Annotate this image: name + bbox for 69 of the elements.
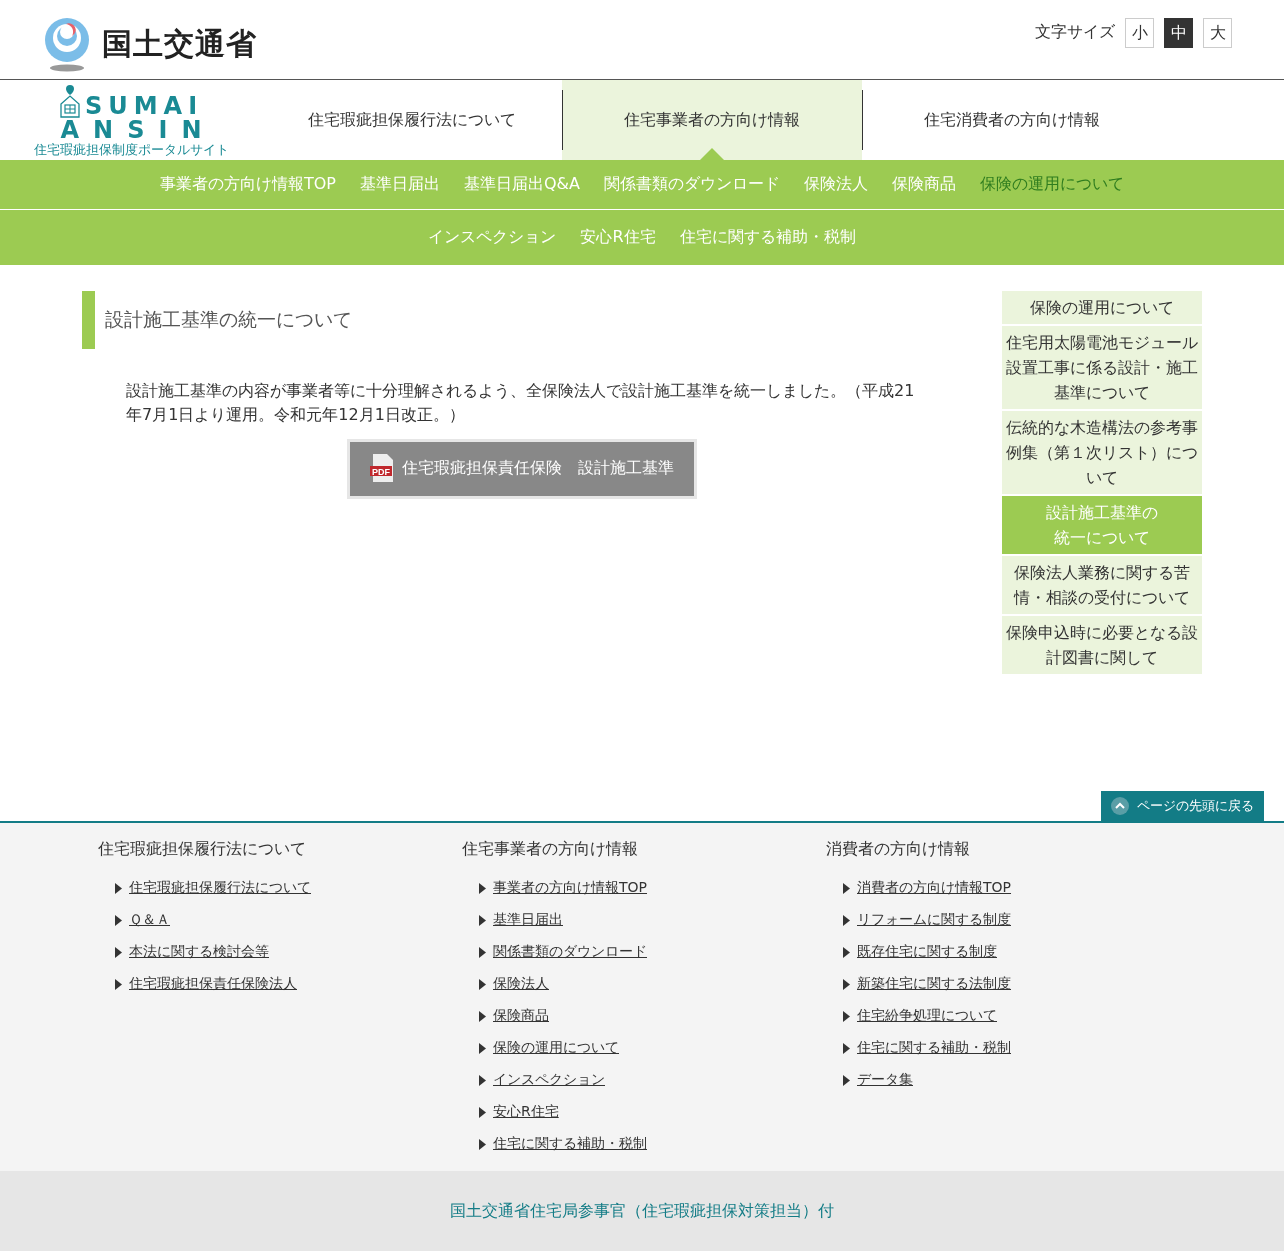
triangle-icon [479, 1106, 486, 1118]
site-logo[interactable]: SUMAI ANSIN 住宅瑕疵担保制度ポータルサイト [0, 80, 262, 160]
triangle-icon [843, 882, 850, 894]
footer-heading: 住宅事業者の方向け情報 [462, 839, 639, 860]
font-size-button[interactable]: 中 [1164, 18, 1193, 48]
triangle-icon [843, 946, 850, 958]
nav-tab[interactable]: 住宅瑕疵担保履行法について [262, 80, 562, 160]
back-to-top-button[interactable]: ページの先頭に戻る [1101, 791, 1264, 821]
triangle-icon [843, 914, 850, 926]
footer-link[interactable]: 住宅に関する補助・税制 [857, 1039, 1011, 1057]
footer-link[interactable]: 消費者の方向け情報TOP [857, 879, 1011, 897]
triangle-icon [843, 978, 850, 990]
sidebar-link[interactable]: 伝統的な木造構法の参考事例集（第１次リスト）について [1002, 411, 1202, 494]
triangle-icon [479, 946, 486, 958]
footer-link[interactable]: 安心R住宅 [493, 1103, 559, 1121]
footer-link[interactable]: 新築住宅に関する法制度 [857, 975, 1011, 993]
logo-text: ANSIN [60, 118, 216, 142]
footer-heading: 消費者の方向け情報 [826, 839, 971, 860]
footer-link[interactable]: 基準日届出 [493, 911, 563, 929]
footer-link[interactable]: リフォームに関する制度 [857, 911, 1011, 929]
footer-link[interactable]: インスペクション [493, 1071, 605, 1089]
footer-link[interactable]: Ｑ＆Ａ [129, 911, 170, 929]
footer-link[interactable]: 関係書類のダウンロード [493, 943, 647, 961]
pdf-download-button[interactable]: PDF 住宅瑕疵担保責任保険 設計施工基準 [347, 439, 697, 499]
sidebar-link[interactable]: 保険の運用について [1002, 291, 1202, 324]
triangle-icon [115, 946, 122, 958]
triangle-icon [479, 1074, 486, 1086]
footer-link[interactable]: 住宅瑕疵担保履行法について [129, 879, 311, 897]
triangle-icon [479, 1010, 486, 1022]
logo-text: SUMAI [84, 94, 204, 118]
footer-link[interactable]: 住宅瑕疵担保責任保険法人 [129, 975, 297, 993]
sidebar-link[interactable]: 保険法人業務に関する苦情・相談の受付について [1002, 556, 1202, 614]
triangle-icon [115, 882, 122, 894]
footer-heading: 住宅瑕疵担保履行法について [98, 839, 307, 860]
triangle-icon [843, 1010, 850, 1022]
footer-link[interactable]: 住宅紛争処理について [857, 1007, 997, 1025]
triangle-icon [479, 1042, 486, 1054]
sidebar-link[interactable]: 住宅用太陽電池モジュール設置工事に係る設計・施工基準について [1002, 326, 1202, 409]
triangle-icon [115, 914, 122, 926]
font-size-label: 文字サイズ [1035, 22, 1115, 43]
triangle-icon [479, 882, 486, 894]
footer-link[interactable]: 事業者の方向け情報TOP [493, 879, 647, 897]
font-size-button[interactable]: 小 [1125, 18, 1154, 48]
ministry-name: 国土交通省 [102, 25, 257, 63]
footer-link[interactable]: データ集 [857, 1071, 913, 1089]
nav-tab[interactable]: 住宅事業者の方向け情報 [562, 80, 862, 160]
footer-link[interactable]: 保険の運用について [493, 1039, 619, 1057]
triangle-icon [479, 978, 486, 990]
ministry-logo-icon [42, 18, 92, 72]
footer-link[interactable]: 保険商品 [493, 1007, 549, 1025]
page-title: 設計施工基準の統一について [82, 291, 922, 349]
pdf-file-icon: PDF [370, 454, 396, 482]
chevron-up-icon [1111, 797, 1129, 815]
body-text: 設計施工基準の内容が事業者等に十分理解されるよう、全保険法人で設計施工基準を統一しました。（平成21年7月1日より運用。令和元年12月1日改正。） [126, 380, 916, 426]
footer-link[interactable]: 本法に関する検討会等 [129, 943, 269, 961]
triangle-icon [479, 1138, 486, 1150]
footer-credit: 国土交通省住宅局参事官（住宅瑕疵担保対策担当）付 [450, 1200, 834, 1222]
footer-link[interactable]: 住宅に関する補助・税制 [493, 1135, 647, 1153]
font-size-button[interactable]: 大 [1203, 18, 1232, 48]
nav-tab[interactable]: 住宅消費者の方向け情報 [862, 80, 1162, 160]
house-icon [58, 84, 81, 118]
footer-link[interactable]: 保険法人 [493, 975, 549, 993]
sidebar-link[interactable]: 保険申込時に必要となる設計図書に関して [1002, 616, 1202, 674]
triangle-icon [115, 978, 122, 990]
logo-subtitle: 住宅瑕疵担保制度ポータルサイト [33, 142, 229, 159]
triangle-icon [479, 914, 486, 926]
triangle-icon [843, 1074, 850, 1086]
triangle-icon [843, 1042, 850, 1054]
footer-link[interactable]: 既存住宅に関する制度 [857, 943, 997, 961]
